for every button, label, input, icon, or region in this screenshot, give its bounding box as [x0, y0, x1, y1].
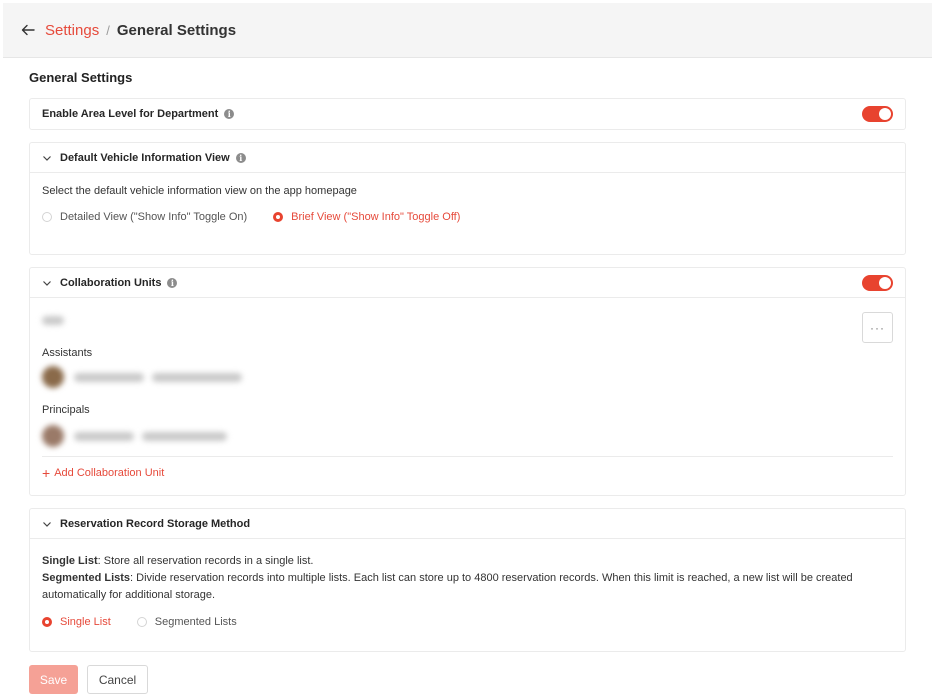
- storage-header[interactable]: Reservation Record Storage Method: [30, 509, 905, 539]
- avatar: [42, 366, 64, 388]
- radio-label: Single List: [60, 616, 111, 628]
- breadcrumb-separator: /: [106, 22, 110, 38]
- avatar: [42, 425, 64, 447]
- radio-circle[interactable]: [42, 212, 52, 222]
- area-level-label: Enable Area Level for Department: [42, 108, 219, 120]
- radio-detailed-view[interactable]: Detailed View ("Show Info" Toggle On): [42, 211, 247, 223]
- radio-label: Detailed View ("Show Info" Toggle On): [60, 211, 248, 223]
- radio-brief-view[interactable]: Brief View ("Show Info" Toggle Off): [273, 211, 460, 223]
- radio-circle[interactable]: [136, 617, 147, 627]
- collaboration-card: Collaboration Units i ··· Assistants Pri…: [29, 267, 906, 496]
- storage-options: Single List Segmented Lists: [42, 616, 893, 628]
- vehicle-view-options: Detailed View ("Show Info" Toggle On) Br…: [42, 211, 893, 223]
- chevron-down-icon[interactable]: [42, 278, 52, 288]
- vehicle-view-header[interactable]: Default Vehicle Information View i: [30, 143, 905, 173]
- info-icon[interactable]: i: [167, 277, 178, 288]
- chevron-down-icon[interactable]: [42, 519, 52, 529]
- radio-segmented-lists[interactable]: Segmented Lists: [136, 616, 237, 628]
- area-level-card: Enable Area Level for Department i: [29, 98, 906, 130]
- divider: [42, 456, 893, 457]
- add-collaboration-unit-label: Add Collaboration Unit: [54, 467, 165, 479]
- add-collaboration-unit-link[interactable]: + Add Collaboration Unit: [42, 464, 165, 481]
- assistants-label: Assistants: [42, 347, 93, 359]
- breadcrumb-current: General Settings: [116, 21, 237, 39]
- info-icon[interactable]: i: [224, 109, 235, 119]
- cancel-button[interactable]: Cancel: [87, 665, 148, 694]
- principal-member-redacted: [42, 425, 227, 447]
- plus-icon: +: [42, 464, 51, 481]
- vehicle-view-title: Default Vehicle Information View: [60, 151, 230, 164]
- single-list-term: Single List: [42, 555, 98, 567]
- radio-circle-selected[interactable]: [273, 212, 284, 222]
- vehicle-view-body: Select the default vehicle information v…: [30, 173, 905, 235]
- principals-label: Principals: [42, 404, 90, 416]
- vehicle-view-description: Select the default vehicle information v…: [42, 185, 357, 197]
- assistant-member-redacted: [42, 366, 242, 388]
- arrow-left-icon[interactable]: [21, 23, 35, 37]
- save-button[interactable]: Save: [29, 665, 78, 694]
- more-options-button[interactable]: ···: [862, 312, 893, 343]
- chevron-down-icon[interactable]: [42, 153, 52, 163]
- radio-label: Brief View ("Show Info" Toggle Off): [291, 211, 461, 223]
- page-title: General Settings: [29, 70, 133, 85]
- segmented-lists-text: : Divide reservation records into multip…: [42, 572, 853, 601]
- unit-name-redacted: [42, 316, 64, 328]
- info-icon[interactable]: i: [235, 152, 246, 163]
- radio-circle-selected[interactable]: [42, 617, 52, 627]
- breadcrumb-settings[interactable]: Settings: [45, 22, 99, 39]
- collaboration-title: Collaboration Units: [60, 276, 162, 289]
- segmented-lists-term: Segmented Lists: [42, 572, 131, 584]
- radio-label: Segmented Lists: [154, 616, 237, 628]
- collaboration-toggle[interactable]: [862, 274, 893, 291]
- single-list-description: Single List: Store all reservation recor…: [42, 553, 893, 570]
- storage-card: Reservation Record Storage Method Single…: [29, 508, 906, 652]
- storage-title: Reservation Record Storage Method: [60, 517, 251, 530]
- top-header: Settings / General Settings: [3, 3, 932, 58]
- single-list-text: : Store all reservation records in a sin…: [97, 555, 314, 567]
- storage-body: Single List: Store all reservation recor…: [30, 539, 905, 640]
- collaboration-header[interactable]: Collaboration Units i: [30, 268, 905, 298]
- segmented-lists-description: Segmented Lists: Divide reservation reco…: [42, 570, 893, 604]
- area-level-header: Enable Area Level for Department i: [30, 99, 905, 129]
- radio-single-list[interactable]: Single List: [42, 616, 111, 628]
- vehicle-view-card: Default Vehicle Information View i Selec…: [29, 142, 906, 255]
- area-level-toggle[interactable]: [862, 106, 893, 122]
